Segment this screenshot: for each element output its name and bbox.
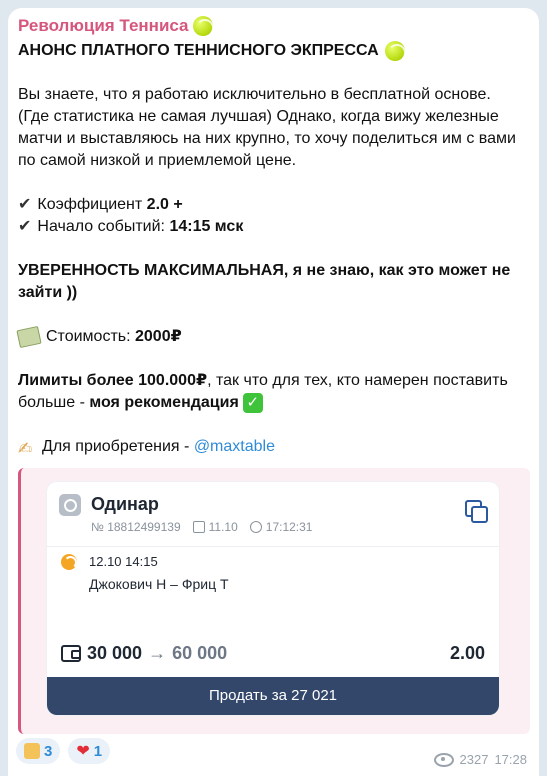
sell-button[interactable]: Продать за 27 021	[47, 677, 499, 715]
bet-meta: № 18812499139 11.10 17:12:31	[91, 520, 312, 534]
eye-icon	[433, 752, 454, 767]
post-title: АНОНС ПЛАТНОГО ТЕННИСНОГО ЭКПРЕССА	[18, 40, 523, 62]
bet-time: 17:12:31	[249, 520, 312, 534]
bet-date: 11.10	[192, 520, 238, 534]
writing-hand-icon: ✍	[18, 438, 33, 458]
channel-name-text: Революция Тенниса	[18, 16, 189, 35]
event-match: Джокович Н – Фриц Т	[89, 576, 229, 592]
check-mark-button-icon: ✓	[242, 392, 263, 413]
money-icon	[16, 325, 42, 348]
message-footer: 2327 17:28	[433, 752, 527, 767]
checkmark-icon: ✔	[18, 218, 32, 235]
view-count: 2327	[459, 752, 489, 767]
calendar-icon	[192, 521, 205, 533]
checkmark-icon: ✔	[18, 196, 32, 213]
event-datetime: 12.10 14:15	[89, 554, 158, 569]
reactions: 3 ❤ 1	[16, 738, 111, 764]
thumbs-up-icon	[24, 743, 40, 759]
message-time: 17:28	[494, 752, 527, 767]
wallet-icon	[61, 645, 81, 662]
clock-icon	[249, 521, 262, 533]
tennis-ball-icon	[192, 16, 214, 37]
bet-odds: 2.00	[449, 643, 485, 663]
contact-link[interactable]: @maxtable	[194, 438, 275, 455]
tennis-icon	[61, 554, 77, 570]
bet-stake: 30 000	[87, 643, 143, 663]
bet-card: Одинар № 18812499139 11.10 17:12:31 12.1…	[47, 482, 499, 715]
confidence-line: УВЕРЕННОСТЬ МАКСИМАЛЬНАЯ, я не знаю, как…	[18, 262, 511, 301]
post-intro: Вы знаете, что я работаю исключительно в…	[18, 86, 516, 169]
buy-line: ✍ Для приобретения - @maxtable	[18, 438, 275, 458]
post-text: АНОНС ПЛАТНОГО ТЕННИСНОГО ЭКПРЕССА Вы зн…	[16, 40, 523, 458]
reaction-heart[interactable]: ❤ 1	[68, 738, 111, 764]
bet-amounts: 30 000 → 60 000 2.00	[61, 643, 485, 664]
limits-line: Лимиты более 100.000₽, так что для тех, …	[18, 372, 508, 413]
divider	[47, 546, 499, 547]
reaction-thumbs-up[interactable]: 3	[16, 738, 61, 764]
tennis-ball-icon	[384, 41, 406, 62]
pending-clock-icon	[59, 494, 81, 516]
bet-type: Одинар	[91, 494, 159, 514]
copy-icon[interactable]	[465, 500, 488, 523]
channel-name[interactable]: Революция Тенниса	[18, 16, 214, 37]
arrow-right-icon: →	[148, 643, 167, 663]
start-line: ✔ Начало событий: 14:15 мск	[18, 218, 244, 235]
coef-line: ✔ Коэффициент 2.0 +	[18, 196, 183, 213]
bet-payout: 60 000	[172, 643, 228, 663]
heart-icon: ❤	[76, 743, 90, 760]
price-line: Стоимость: 2000₽	[16, 325, 523, 348]
bet-number: № 18812499139	[91, 520, 181, 534]
